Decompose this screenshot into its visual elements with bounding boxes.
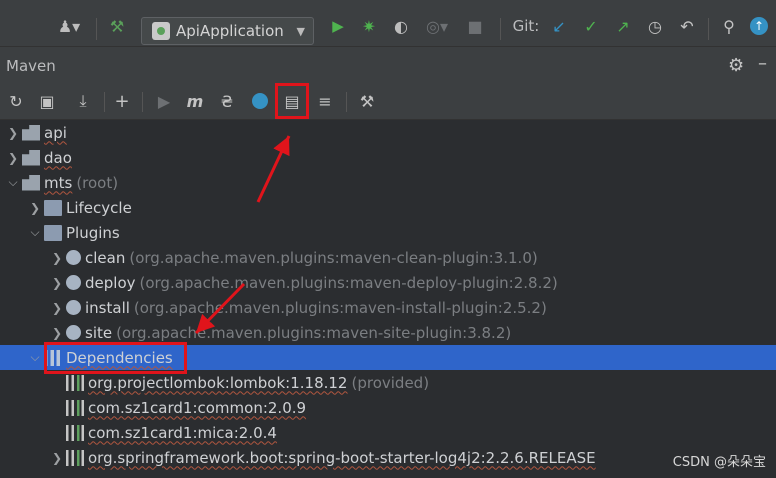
debug-bug-icon[interactable]: ✷ — [358, 16, 380, 36]
tree-row[interactable]: ❯ install (org.apache.maven.plugins:maven-… — [0, 295, 776, 320]
tree-label: com.sz1card1:common:2.0.9 — [88, 398, 307, 417]
tree-row[interactable]: com.sz1card1:common:2.0.9 — [0, 395, 776, 420]
toolbar-separator — [104, 92, 105, 112]
chevron-right-icon[interactable]: ❯ — [4, 126, 22, 140]
execute-maven-goal-icon[interactable]: m — [184, 91, 206, 111]
library-icon — [66, 374, 84, 391]
toolbar-separator — [346, 92, 347, 112]
user-account-icon[interactable]: ♟▾ — [52, 16, 86, 36]
tree-row[interactable]: ❯ Lifecycle — [0, 195, 776, 220]
spring-app-icon — [152, 22, 170, 40]
maven-settings-wrench-icon[interactable]: ⚒ — [356, 91, 378, 111]
run-icon[interactable]: ▶ — [328, 16, 348, 36]
tree-secondary-label: (root) — [76, 173, 119, 192]
toolbar-separator — [142, 92, 143, 112]
toggle-offline-icon[interactable]: ₴ — [216, 91, 238, 111]
tree-label: deploy — [85, 273, 136, 292]
rollback-icon[interactable]: ↶ — [676, 16, 698, 36]
tree-label: clean — [85, 248, 126, 267]
library-icon — [66, 399, 84, 416]
tree-label: install — [85, 298, 130, 317]
module-icon — [22, 174, 40, 191]
history-clock-icon[interactable]: ◷ — [644, 16, 666, 36]
tree-label: com.sz1card1:mica:2.0.4 — [88, 423, 277, 442]
tree-label: Lifecycle — [66, 198, 132, 217]
git-commit-icon[interactable]: ✓ — [580, 16, 602, 36]
toolbar-separator — [96, 18, 97, 40]
collapse-all-icon[interactable]: ≡ — [314, 91, 336, 111]
tree-label: Plugins — [66, 223, 120, 242]
profiler-icon[interactable]: ◎▾ — [420, 16, 454, 36]
toolbar-separator — [500, 18, 501, 40]
plugin-icon — [66, 325, 81, 340]
git-update-icon[interactable]: ↙ — [548, 16, 570, 36]
plugin-icon — [66, 275, 81, 290]
update-available-icon[interactable]: ↑ — [748, 16, 770, 36]
chevron-right-icon[interactable]: ❯ — [48, 276, 66, 290]
plugin-icon — [66, 250, 81, 265]
tree-row[interactable]: ❯ clean (org.apache.maven.plugins:maven-cl… — [0, 245, 776, 270]
tree-secondary-label: (org.apache.maven.plugins:maven-deploy-p… — [139, 273, 558, 292]
run-configuration-select[interactable]: ApiApplication ▼ — [141, 17, 314, 45]
plugin-icon — [66, 300, 81, 315]
module-icon — [22, 149, 40, 166]
tree-label: mts — [44, 173, 73, 192]
maven-title: Maven — [6, 57, 56, 75]
chevron-right-icon[interactable]: ❯ — [4, 151, 22, 165]
download-icon[interactable]: ⤓ — [72, 91, 94, 111]
chevron-down-icon[interactable]: ⌵ — [4, 175, 22, 190]
tree-row[interactable]: ⌵ mts (root) — [0, 170, 776, 195]
reload-icon[interactable]: ↻ — [6, 91, 26, 111]
highlight-box-dependencies — [44, 342, 187, 374]
tree-secondary-label: (org.apache.maven.plugins:maven-install-… — [133, 298, 547, 317]
watermark-text: CSDN @朵朵宝 — [672, 455, 766, 470]
tree-label: site — [85, 323, 113, 342]
git-label: Git: — [512, 17, 540, 35]
chevron-right-icon[interactable]: ❯ — [48, 326, 66, 340]
add-plus-icon[interactable]: + — [112, 91, 132, 112]
generate-sources-icon[interactable]: ▣ — [36, 91, 58, 111]
search-icon[interactable]: ⚲ — [718, 16, 740, 36]
run-maven-build-icon[interactable]: ▶ — [154, 91, 174, 111]
tree-label: api — [44, 123, 67, 142]
tree-label: dao — [44, 148, 72, 167]
chevron-down-icon[interactable]: ⌵ — [26, 225, 44, 240]
tree-secondary-label: (org.apache.maven.plugins:maven-clean-pl… — [129, 248, 538, 267]
build-hammer-icon[interactable]: ⚒ — [106, 16, 128, 36]
tree-row[interactable]: ❯ api — [0, 120, 776, 145]
library-icon — [66, 449, 84, 466]
tree-row[interactable]: com.sz1card1:mica:2.0.4 — [0, 420, 776, 445]
chevron-down-icon: ▼ — [296, 24, 305, 38]
tree-secondary-label: (provided) — [351, 373, 430, 392]
git-push-icon[interactable]: ↗ — [612, 16, 634, 36]
main-toolbar: ♟▾ ⚒ ApiApplication ▼ ▶ ✷ ◐ ◎▾ ■ Git: ↙ … — [0, 6, 776, 47]
tree-label: org.springframework.boot:spring-boot-sta… — [88, 448, 596, 467]
coverage-icon[interactable]: ◐ — [390, 16, 412, 36]
tree-row[interactable]: ❯ deploy (org.apache.maven.plugins:maven-d… — [0, 270, 776, 295]
chevron-down-icon[interactable]: ⌵ — [26, 350, 44, 365]
maven-project-tree: ❯ api ❯ dao ⌵ mts (root) ❯ Lifecycle ⌵ Plugins ❯ cle… — [0, 120, 776, 478]
skip-tests-icon[interactable] — [250, 91, 270, 111]
tree-row[interactable]: ❯ org.springframework.boot:spring-boot-st… — [0, 445, 776, 470]
highlight-box-toolbar — [275, 83, 309, 119]
library-icon — [66, 424, 84, 441]
folder-icon — [44, 199, 62, 216]
chevron-right-icon[interactable]: ❯ — [26, 201, 44, 215]
tree-row[interactable]: ⌵ Plugins — [0, 220, 776, 245]
tree-label: org.projectlombok:lombok:1.18.12 — [88, 373, 348, 392]
maven-tool-window-header: Maven ⚙ – — [0, 47, 776, 85]
run-configuration-label: ApiApplication — [176, 22, 284, 40]
maven-toolbar: ↻ ▣ ⤓ + ▶ m ₴ ▤ ≡ ⚒ — [0, 85, 776, 120]
folder-icon — [44, 224, 62, 241]
chevron-right-icon[interactable]: ❯ — [48, 451, 66, 465]
stop-icon[interactable]: ■ — [466, 16, 484, 36]
toolbar-separator — [708, 18, 709, 40]
chevron-right-icon[interactable]: ❯ — [48, 301, 66, 315]
tree-row[interactable]: ❯ dao — [0, 145, 776, 170]
tree-secondary-label: (org.apache.maven.plugins:maven-site-plu… — [116, 323, 512, 342]
module-icon — [22, 124, 40, 141]
hide-minus-icon[interactable]: – — [758, 53, 767, 74]
settings-gear-icon[interactable]: ⚙ — [728, 55, 744, 76]
chevron-right-icon[interactable]: ❯ — [48, 251, 66, 265]
